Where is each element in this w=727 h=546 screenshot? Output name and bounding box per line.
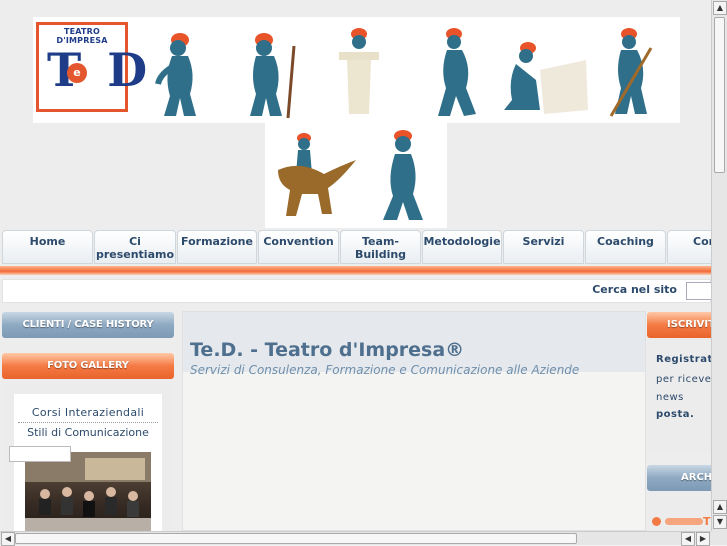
nav-contatti[interactable]: Cor (667, 230, 711, 264)
main-nav: Home Ci presentiamo Formazione Conventio… (0, 230, 711, 266)
nav-coaching[interactable]: Coaching (585, 230, 666, 264)
search-bar: Cerca nel sito (2, 279, 711, 303)
scroll-left-icon[interactable]: ◀ (1, 532, 15, 546)
divider (18, 422, 158, 423)
logo-mark-mid: e (67, 63, 87, 83)
clients-case-history-button[interactable]: CLIENTI / CASE HISTORY (2, 312, 174, 338)
nav-team-building[interactable]: Team-Building (340, 230, 421, 264)
subscribe-text-3: news (656, 392, 684, 403)
scroll-up-lower-icon[interactable]: ▲ (713, 500, 727, 514)
nav-accent-bar (0, 266, 711, 275)
subscribe-text-2: per riceve (656, 374, 711, 385)
nav-home[interactable]: Home (2, 230, 93, 264)
nav-formazione[interactable]: Formazione (177, 230, 257, 264)
clay-figure-icon (504, 42, 588, 114)
scroll-up-icon[interactable]: ▲ (713, 1, 727, 15)
page-title: Te.D. - Teatro d'Impresa® (190, 339, 465, 361)
clay-figure-icon (339, 28, 379, 114)
archive-item-bar (665, 518, 703, 525)
group-photo-icon (25, 452, 151, 531)
page-subtitle: Servizi di Consulenza, Formazione e Comu… (190, 363, 580, 377)
page-viewport: TEATRO D'IMPRESA TD e Home Ci presentiam… (0, 0, 711, 531)
vertical-scroll-thumb[interactable] (714, 17, 725, 173)
horizontal-scroll-thumb[interactable] (15, 533, 577, 544)
bullet-icon (652, 517, 661, 526)
ted-logo[interactable]: TEATRO D'IMPRESA TD e (36, 22, 147, 112)
clay-figure-icon (155, 33, 196, 116)
horizontal-scrollbar[interactable]: ◀ ◀ ▶ (0, 531, 711, 546)
photo-gallery-button[interactable]: FOTO GALLERY (2, 353, 174, 379)
clay-figure-icon (438, 28, 476, 116)
scroll-down-icon[interactable]: ▼ (713, 515, 727, 529)
subscribe-button[interactable]: ISCRIVITI (647, 312, 711, 338)
search-input[interactable] (686, 282, 711, 300)
nav-metodologie[interactable]: Metodologie (422, 230, 502, 264)
archive-panel: ARCHI TI (647, 465, 711, 531)
gallery-card: Corsi Interaziendali Stili di Comunicazi… (14, 394, 162, 531)
archive-item[interactable]: TI (703, 515, 711, 528)
nav-convention[interactable]: Convention (258, 230, 339, 264)
logo-mark: TD (47, 43, 148, 97)
nav-ci-presentiamo[interactable]: Ci presentiamo (94, 230, 176, 264)
main-content: Te.D. - Teatro d'Impresa® Servizi di Con… (182, 311, 646, 531)
vertical-scrollbar[interactable]: ▲ ▲ ▼ (711, 0, 727, 531)
gallery-photo[interactable] (25, 452, 151, 531)
nav-servizi[interactable]: Servizi (503, 230, 584, 264)
subscribe-text-4: posta. (656, 409, 695, 420)
scroll-right-icon[interactable]: ▶ (696, 532, 710, 546)
right-panel: ISCRIVITI Registrati per riceve news pos… (647, 312, 711, 452)
gallery-card-subtitle[interactable]: Stili di Comunicazione (14, 426, 162, 439)
search-label: Cerca nel sito (592, 283, 677, 296)
clay-figure-icon (383, 130, 423, 220)
subscribe-text-1: Registrati (656, 354, 711, 365)
clay-figure-icon (250, 33, 296, 119)
scrollbar-corner (711, 531, 727, 545)
subscribe-email-input[interactable] (9, 446, 71, 462)
dinosaur-rider-icon (278, 133, 356, 216)
clay-figure-icon (609, 28, 653, 117)
gallery-card-title[interactable]: Corsi Interaziendali (14, 406, 162, 419)
scroll-left-lower-icon[interactable]: ◀ (681, 532, 695, 546)
archive-button[interactable]: ARCHI (647, 465, 711, 491)
